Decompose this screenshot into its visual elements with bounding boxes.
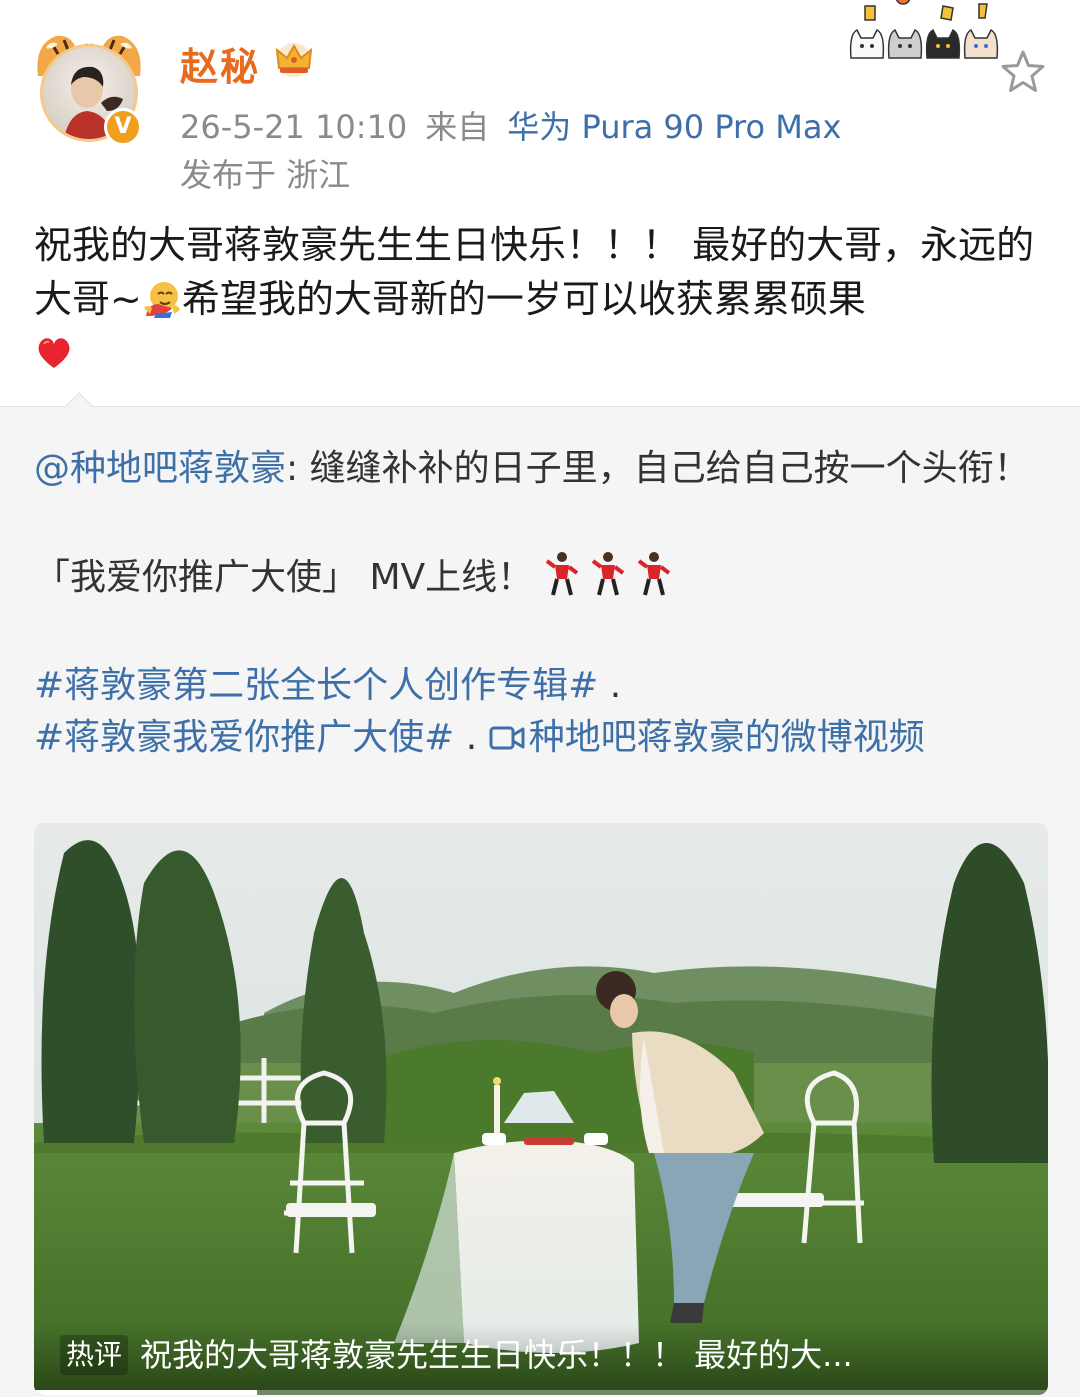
- star-icon[interactable]: [998, 48, 1048, 96]
- topic-separator: .: [598, 665, 622, 706]
- post-body: 祝我的大哥蒋敦豪先生生日快乐！！！ 最好的大哥，永远的大哥~ 希望我的大哥新的一岁…: [34, 218, 1054, 380]
- mv-announcement: 「我爱你推广大使」 MV上线！: [34, 557, 534, 598]
- topic-link[interactable]: #蒋敦豪我爱你推广大使#: [34, 717, 454, 758]
- repost-text: @种地吧蒋敦豪: 缝缝补补的日子里，自己给自己按一个头衔！ 「我爱你推广大使」 …: [34, 443, 1046, 764]
- topic-line-1: #蒋敦豪第二张全长个人创作专辑# .: [34, 660, 1046, 712]
- repost-pointer: [64, 392, 94, 408]
- avatar[interactable]: V: [30, 26, 148, 146]
- dancer-icon: [545, 552, 579, 596]
- hot-comment-text: 祝我的大哥蒋敦豪先生生日快乐！！！ 最好的大...: [140, 1336, 853, 1374]
- topic-line-2: #蒋敦豪我爱你推广大使# . 种地吧蒋敦豪的微博视频: [34, 712, 1046, 764]
- mention-link[interactable]: @种地吧蒋敦豪: [34, 448, 286, 489]
- repost-line-1: @种地吧蒋敦豪: 缝缝补补的日子里，自己给自己按一个头衔！: [34, 443, 1046, 495]
- sticker-cats-icon: [849, 0, 999, 59]
- verified-badge: V: [104, 108, 142, 146]
- video-link[interactable]: 种地吧蒋敦豪的微博视频: [489, 717, 925, 758]
- repost-card[interactable]: @种地吧蒋敦豪: 缝缝补补的日子里，自己给自己按一个头衔！ 「我爱你推广大使」 …: [0, 392, 1080, 1397]
- video-link-label: 种地吧蒋敦豪的微博视频: [528, 717, 925, 758]
- username[interactable]: 赵秘: [180, 36, 260, 91]
- repost-line-2: 「我爱你推广大使」 MV上线！: [34, 551, 1046, 604]
- hug-emoji: [143, 282, 180, 318]
- heart-icon: [38, 338, 70, 368]
- video-camera-icon: [489, 726, 525, 750]
- post-location: 发布于 浙江: [180, 156, 351, 194]
- post-text-continued: 希望我的大哥新的一岁可以收获累累硕果: [181, 277, 866, 321]
- video-progress-fill: [34, 1390, 258, 1395]
- repost-body: : 缝缝补补的日子里，自己给自己按一个头衔！: [286, 448, 1030, 489]
- hot-comment-tag: 热评: [60, 1335, 129, 1375]
- post-meta: 26-5-21 10:10 来自 华为 Pura 90 Pro Max: [180, 102, 841, 148]
- video-player[interactable]: 热评 祝我的大哥蒋敦豪先生生日快乐！！！ 最好的大...: [34, 823, 1048, 1395]
- topic-separator: .: [454, 717, 489, 758]
- device-link[interactable]: 华为 Pura 90 Pro Max: [507, 108, 841, 146]
- dancer-icon: [591, 552, 625, 596]
- video-caption-bar: 热评 祝我的大哥蒋敦豪先生生日快乐！！！ 最好的大...: [34, 1323, 1048, 1395]
- video-progress-bar[interactable]: [34, 1390, 1048, 1395]
- source-label: 来自: [425, 108, 490, 146]
- video-thumbnail: [34, 823, 1048, 1395]
- post-timestamp: 26-5-21 10:10: [180, 108, 408, 146]
- post-header: V 赵秘 26-5-21 10:10 来自 华为 Pura 90 Pro Max 发…: [0, 0, 1080, 200]
- dancer-icon: [637, 552, 671, 596]
- crown-icon: [275, 43, 313, 77]
- topic-link[interactable]: #蒋敦豪第二张全长个人创作专辑#: [34, 665, 598, 706]
